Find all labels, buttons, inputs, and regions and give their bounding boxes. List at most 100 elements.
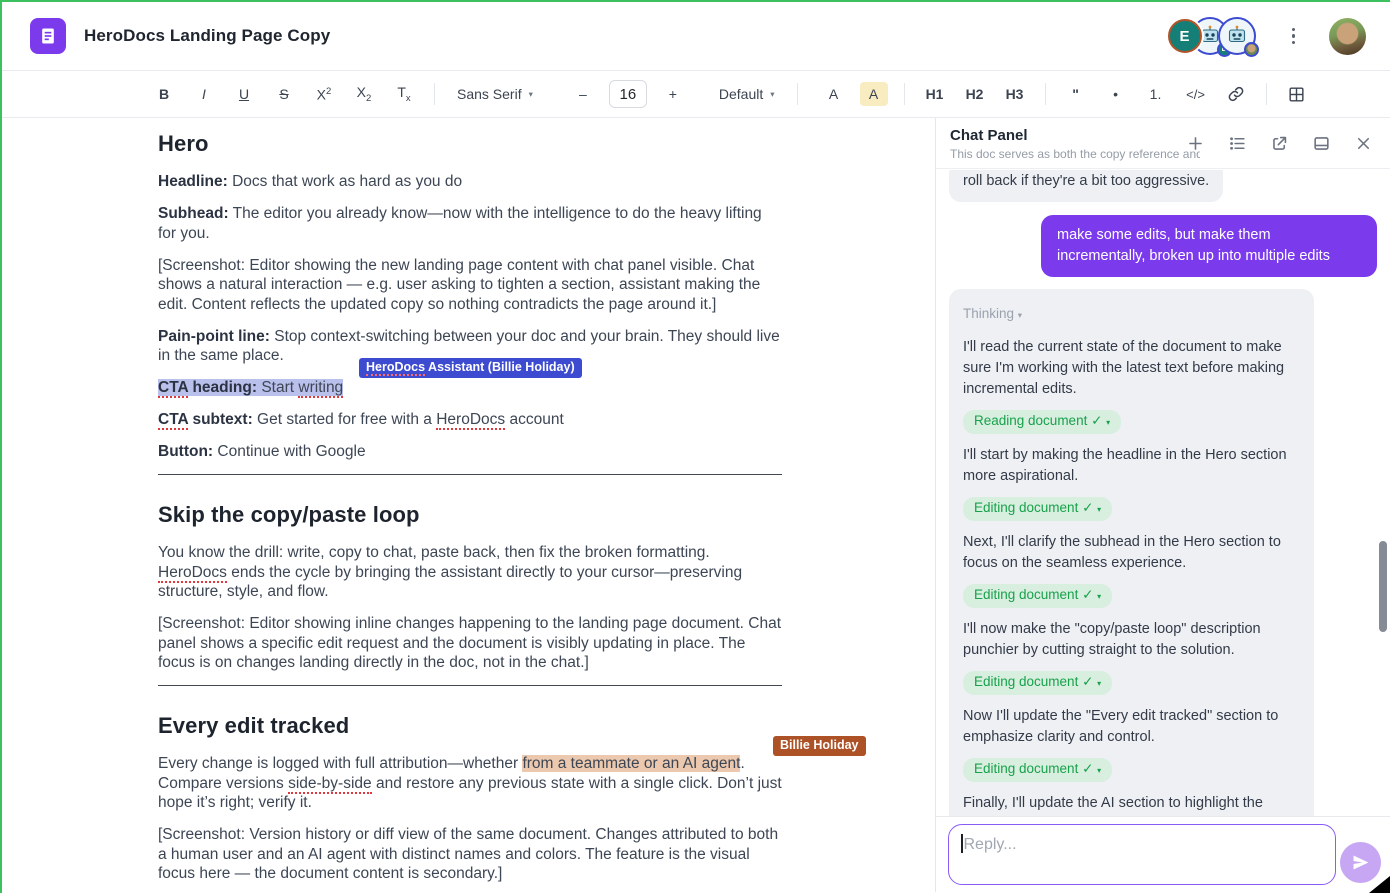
caret-down-icon: ▾: [770, 89, 774, 100]
heading1-button[interactable]: H1: [915, 82, 955, 106]
caret-down-icon: ▾: [529, 89, 533, 100]
formatting-toolbar: B I U S X2 X2 Tx Sans Serif▾ – 16 + Defa…: [2, 71, 1390, 118]
mouse-cursor: [1369, 876, 1390, 893]
paragraph-style-select[interactable]: Default▾: [707, 81, 787, 107]
cta-subtext-line: CTA subtext: Get started for free with a…: [158, 410, 782, 430]
superscript-button[interactable]: X2: [304, 82, 344, 107]
subscript-button[interactable]: X2: [344, 80, 384, 108]
toolbar-divider: [1266, 83, 1267, 105]
agent-selection: CTA heading: Start writing: [158, 379, 343, 396]
section-divider: [158, 685, 782, 686]
editing-document-badge[interactable]: Editing document ✓ ▾: [963, 497, 1112, 521]
ordered-list-button[interactable]: 1.: [1136, 82, 1176, 106]
agent-cursor-flag: HeroDocs Assistant (Billie Holiday): [359, 358, 582, 378]
collaborator-avatar[interactable]: E: [1168, 19, 1202, 53]
tracked-body: Billie Holiday Every change is logged wi…: [158, 754, 782, 813]
check-icon: ✓: [1082, 500, 1093, 515]
panel-bottom-icon: [1312, 134, 1331, 153]
decrease-font-size-button[interactable]: –: [563, 82, 603, 106]
font-size-input[interactable]: 16: [609, 80, 647, 108]
check-icon: ✓: [1082, 761, 1093, 776]
chat-message-list: roll back if they're a bit too aggressiv…: [936, 170, 1390, 816]
presence-avatars: E E: [1168, 17, 1256, 55]
caret-down-icon: ▾: [1106, 418, 1110, 427]
blockquote-button[interactable]: ": [1056, 82, 1096, 106]
screenshot-note: [Screenshot: Editor showing inline chang…: [158, 614, 782, 673]
screenshot-note: [Screenshot: Editor showing the new land…: [158, 256, 782, 315]
thinking-step: I'll start by making the headline in the…: [963, 445, 1300, 487]
text-color-button[interactable]: A: [820, 82, 848, 106]
caret-down-icon: ▾: [1018, 310, 1022, 320]
app-window: HeroDocs Landing Page Copy E E B I U S X…: [0, 0, 1390, 893]
headline-line: Headline: Docs that work as hard as you …: [158, 172, 782, 192]
agent-avatar-2[interactable]: [1218, 17, 1256, 55]
section-heading-tracked: Every edit tracked: [158, 713, 782, 739]
editing-document-badge[interactable]: Editing document ✓ ▾: [963, 758, 1112, 782]
caret-down-icon: ▾: [1097, 766, 1101, 775]
new-chat-button[interactable]: [1185, 133, 1206, 154]
thinking-step: Finally, I'll update the AI section to h…: [963, 793, 1300, 816]
open-in-new-button[interactable]: [1269, 133, 1290, 154]
app-logo-icon[interactable]: [30, 18, 66, 54]
chat-scrollbar[interactable]: [1379, 541, 1387, 632]
send-icon: [1351, 853, 1370, 872]
agent-owner-photo-badge: [1244, 42, 1259, 57]
bullet-list-button[interactable]: •: [1096, 82, 1136, 106]
increase-font-size-button[interactable]: +: [653, 82, 693, 106]
document-editor[interactable]: Hero Headline: Docs that work as hard as…: [2, 118, 935, 892]
heading3-button[interactable]: H3: [995, 82, 1035, 106]
chat-panel-header: Chat Panel This doc serves as both the c…: [936, 118, 1390, 169]
font-family-select[interactable]: Sans Serif▾: [445, 81, 545, 107]
title-bar: HeroDocs Landing Page Copy E E: [2, 2, 1390, 71]
code-block-button[interactable]: </>: [1176, 83, 1216, 106]
cta-heading-line: HeroDocs Assistant (Billie Holiday) CTA …: [158, 378, 782, 398]
user-profile-avatar[interactable]: [1329, 18, 1366, 55]
link-button[interactable]: [1216, 81, 1256, 107]
thinking-step: Now I'll update the "Every edit tracked"…: [963, 706, 1300, 748]
chat-history-button[interactable]: [1227, 133, 1248, 154]
dock-panel-button[interactable]: [1311, 133, 1332, 154]
section-heading-hero: Hero: [158, 131, 782, 157]
link-icon: [1227, 85, 1245, 103]
button-line: Button: Continue with Google: [158, 442, 782, 462]
document-title[interactable]: HeroDocs Landing Page Copy: [84, 26, 330, 46]
section-heading-loop: Skip the copy/paste loop: [158, 502, 782, 528]
editing-document-badge[interactable]: Editing document ✓ ▾: [963, 671, 1112, 695]
check-icon: ✓: [1082, 674, 1093, 689]
heading2-button[interactable]: H2: [955, 82, 995, 106]
external-link-icon: [1270, 134, 1289, 153]
editing-document-badge[interactable]: Editing document ✓ ▾: [963, 584, 1112, 608]
close-panel-button[interactable]: [1353, 133, 1374, 154]
thinking-step: I'll now make the "copy/paste loop" desc…: [963, 619, 1300, 661]
thinking-toggle[interactable]: Thinking ▾: [963, 303, 1300, 326]
strikethrough-button[interactable]: S: [264, 82, 304, 106]
overflow-menu-icon[interactable]: [1288, 24, 1300, 49]
list-icon: [1228, 134, 1247, 153]
reading-document-badge[interactable]: Reading document ✓ ▾: [963, 410, 1121, 434]
plus-icon: [1186, 134, 1205, 153]
user-message: make some edits, but make them increment…: [1041, 215, 1377, 277]
reply-input[interactable]: Reply...: [948, 824, 1336, 885]
bold-button[interactable]: B: [144, 82, 184, 106]
italic-button[interactable]: I: [184, 82, 224, 106]
highlight-color-button[interactable]: A: [860, 82, 888, 106]
close-icon: [1354, 134, 1373, 153]
text-caret: [961, 834, 963, 853]
table-icon: [1287, 85, 1306, 104]
reply-placeholder: Reply...: [964, 836, 1017, 853]
loop-body: You know the drill: write, copy to chat,…: [158, 543, 782, 602]
assistant-message: Thinking ▾ I'll read the current state o…: [949, 289, 1314, 816]
screenshot-note: [Screenshot: Version history or diff vie…: [158, 825, 782, 884]
clear-formatting-button[interactable]: Tx: [384, 80, 424, 108]
thinking-step: I'll read the current state of the docum…: [963, 337, 1300, 400]
assistant-message: roll back if they're a bit too aggressiv…: [949, 170, 1223, 202]
underline-button[interactable]: U: [224, 82, 264, 106]
caret-down-icon: ▾: [1097, 679, 1101, 688]
toolbar-divider: [434, 83, 435, 105]
subhead-line: Subhead: The editor you already know—now…: [158, 204, 782, 243]
check-icon: ✓: [1091, 413, 1102, 428]
chat-panel-subtitle: This doc serves as both the copy referen…: [950, 147, 1200, 161]
caret-down-icon: ▾: [1097, 505, 1101, 514]
toolbar-divider: [797, 83, 798, 105]
insert-table-button[interactable]: [1277, 81, 1317, 108]
